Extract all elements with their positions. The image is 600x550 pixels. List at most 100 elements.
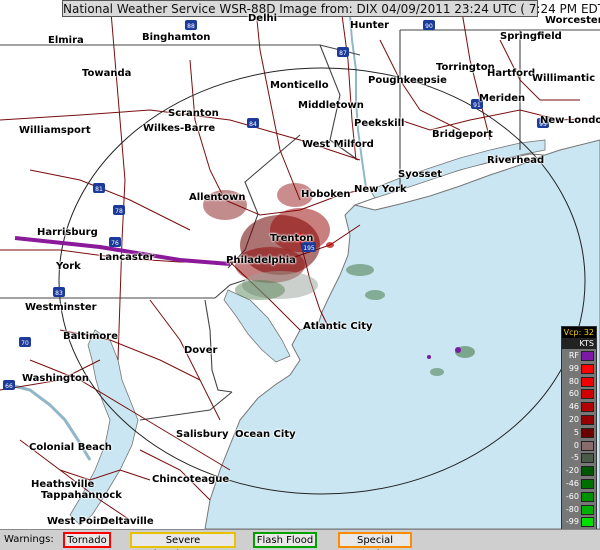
city-label: Atlantic City — [303, 321, 373, 332]
city-label: New York — [354, 184, 407, 195]
city-label: Monticello — [270, 80, 329, 91]
svg-text:87: 87 — [339, 50, 347, 57]
city-label: Peekskill — [354, 118, 405, 129]
legend-label: 46 — [568, 402, 579, 412]
legend-row: 80 — [562, 376, 596, 388]
legend-swatch — [581, 466, 594, 477]
city-label: Scranton — [168, 108, 219, 119]
legend-row: 99 — [562, 363, 596, 375]
city-label: Salisbury — [176, 429, 229, 440]
legend-row: -46 — [562, 478, 596, 490]
city-label: Willimantic — [532, 73, 596, 84]
city-label: Westminster — [25, 302, 97, 313]
vcp-header: Vcp: 32 — [562, 327, 596, 338]
city-label: Deltaville — [100, 516, 154, 527]
legend-label: -20 — [565, 466, 579, 476]
city-label: Towanda — [82, 68, 132, 79]
city-label: Torrington — [436, 62, 495, 73]
city-label: Washington — [22, 373, 89, 384]
legend-row: 0 — [562, 440, 596, 452]
city-label: West Milford — [302, 139, 374, 150]
city-label: Binghamton — [142, 32, 211, 43]
svg-text:90: 90 — [425, 23, 433, 30]
legend-swatch — [581, 491, 594, 502]
legend-row: 5 — [562, 427, 596, 439]
legend-label: 0 — [573, 440, 579, 450]
svg-text:88: 88 — [187, 23, 195, 30]
city-label: Philadelphia — [226, 255, 296, 266]
city-label: Lancaster — [99, 252, 155, 263]
warnings-label: Warnings: — [4, 534, 54, 545]
city-label: Delhi — [248, 13, 278, 24]
city-label: Elmira — [48, 35, 84, 46]
legend-row: 46 — [562, 401, 596, 413]
city-label: Worcester — [545, 15, 600, 26]
legend-swatch — [581, 351, 594, 361]
city-label: Meriden — [479, 93, 526, 104]
city-label: Allentown — [189, 192, 246, 203]
legend-row: 20 — [562, 414, 596, 426]
svg-text:81: 81 — [95, 186, 103, 193]
svg-text:84: 84 — [249, 121, 257, 128]
legend-label: 80 — [568, 376, 579, 386]
city-label: Springfield — [500, 31, 562, 42]
city-label: Heathsville — [31, 479, 95, 490]
radar-title: National Weather Service WSR-88D Image f… — [62, 0, 600, 17]
legend-swatch — [581, 517, 594, 528]
legend-row: -5 — [562, 452, 596, 464]
legend-label: -60 — [565, 491, 579, 501]
city-label: Dover — [184, 345, 218, 356]
legend-swatch — [581, 453, 594, 464]
legend-swatch — [581, 402, 594, 413]
svg-text:66: 66 — [5, 383, 13, 390]
city-label: Baltimore — [63, 331, 119, 342]
city-label: Colonial Beach — [29, 442, 112, 453]
city-label: Hunter — [350, 20, 390, 31]
warning-severe-thunderstorm[interactable]: Severe Thunderstorm — [130, 532, 236, 550]
legend-unit: KTS — [562, 338, 596, 349]
warning-flash-flood[interactable]: Flash Flood — [253, 532, 317, 548]
legend-swatch — [581, 427, 594, 438]
legend-swatch — [581, 376, 594, 387]
city-label: Bridgeport — [432, 129, 493, 140]
svg-text:78: 78 — [115, 208, 123, 215]
legend-label: -80 — [565, 504, 579, 514]
city-label: Chincoteague — [152, 474, 230, 485]
legend-swatch — [581, 440, 594, 451]
legend-label: 99 — [568, 363, 579, 373]
city-label: Hartford — [487, 68, 536, 79]
velocity-legend: Vcp: 32 KTS RF 99 80 60 46 20 5 0 -5 -20 -46 -60 -80… — [561, 326, 597, 544]
city-label: Hoboken — [301, 189, 351, 200]
legend-swatch — [581, 415, 594, 425]
legend-label: RF — [568, 351, 579, 360]
city-label: Williamsport — [19, 125, 91, 136]
svg-text:76: 76 — [111, 240, 119, 247]
legend-row: RF — [562, 350, 596, 362]
city-label: Middletown — [298, 100, 364, 111]
legend-row: -99 — [562, 516, 596, 528]
legend-label: -5 — [571, 453, 579, 463]
city-label: Riverhead — [487, 155, 545, 166]
legend-swatch — [581, 504, 594, 515]
legend-label: -46 — [565, 479, 579, 488]
city-label: York — [56, 261, 81, 272]
legend-label: -99 — [565, 517, 579, 527]
legend-label: 20 — [568, 415, 579, 424]
legend-label: 5 — [573, 427, 579, 437]
city-label: Harrisburg — [37, 227, 98, 238]
legend-swatch — [581, 363, 594, 374]
legend-row: -20 — [562, 465, 596, 477]
radar-viewer: 88 90 87 84 91 95 81 78 76 195 83 70 66 … — [0, 0, 600, 550]
legend-row: -80 — [562, 504, 596, 516]
svg-text:83: 83 — [55, 290, 63, 297]
legend-label: 60 — [568, 389, 579, 399]
legend-row: 60 — [562, 388, 596, 400]
city-label: Ocean City — [235, 429, 296, 440]
city-label: Trenton — [270, 233, 314, 244]
warning-special-marine[interactable]: Special Marine — [338, 532, 412, 550]
svg-text:195: 195 — [303, 245, 315, 252]
warning-tornado[interactable]: Tornado — [63, 532, 111, 548]
svg-text:70: 70 — [21, 340, 29, 347]
warnings-bar: Warnings: Tornado Severe Thunderstorm Fl… — [0, 529, 600, 550]
legend-row: -60 — [562, 491, 596, 503]
